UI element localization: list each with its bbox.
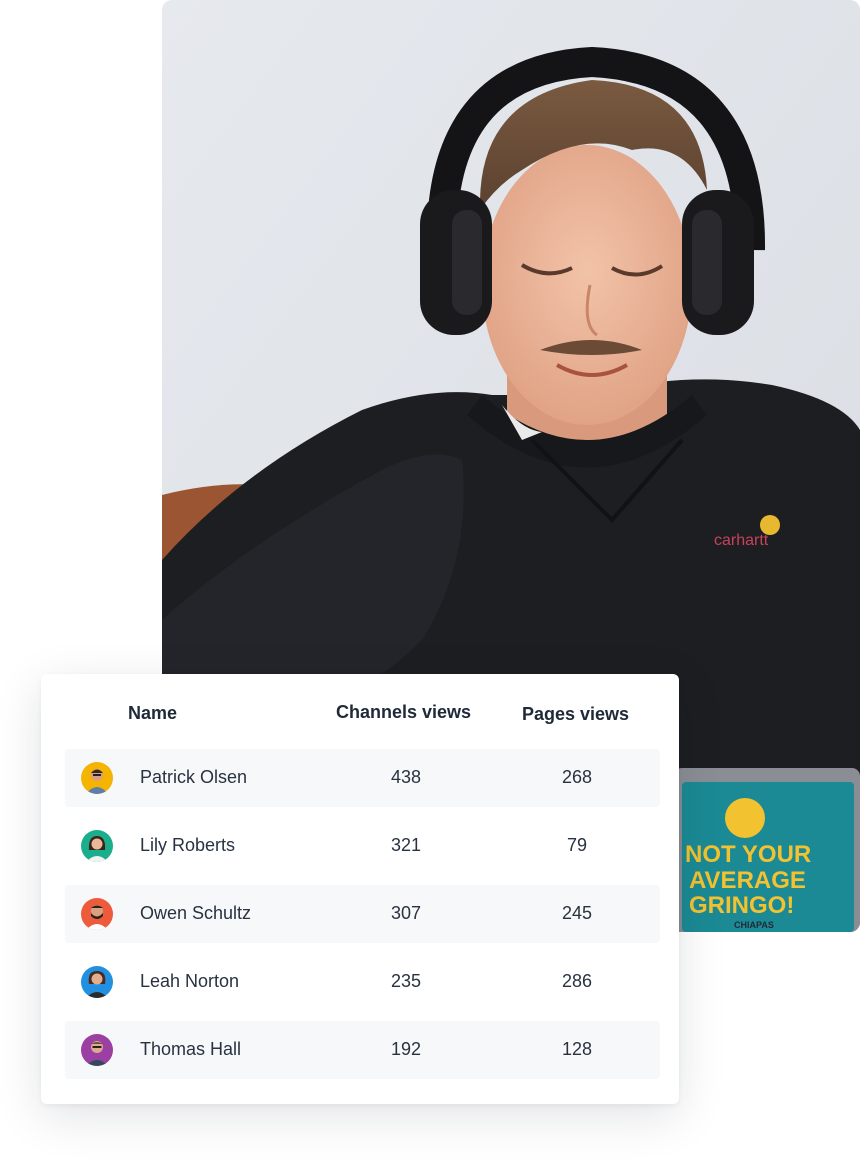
row-pages-views: 79 bbox=[566, 835, 588, 855]
avatar bbox=[81, 830, 113, 862]
row-pages-views: 128 bbox=[561, 1039, 593, 1059]
row-pages-views: 286 bbox=[561, 971, 593, 991]
avatar bbox=[81, 1034, 113, 1066]
row-pages-views: 268 bbox=[561, 767, 593, 787]
row-channels-views: 321 bbox=[390, 835, 422, 855]
sticker-brand: CHIAPAS bbox=[734, 920, 774, 930]
row-name: Owen Schultz bbox=[140, 903, 252, 923]
header-name: Name bbox=[128, 703, 178, 723]
table-row: Thomas Hall 192 128 bbox=[65, 1021, 660, 1079]
row-name: Patrick Olsen bbox=[140, 767, 248, 787]
table-row: Patrick Olsen 438 268 bbox=[65, 749, 660, 807]
row-name: Lily Roberts bbox=[140, 835, 236, 855]
row-pages-views: 245 bbox=[561, 903, 593, 923]
row-channels-views: 192 bbox=[390, 1039, 422, 1059]
avatar bbox=[81, 966, 113, 998]
table-row: Owen Schultz 307 245 bbox=[65, 885, 660, 943]
row-name: Thomas Hall bbox=[140, 1039, 242, 1059]
row-channels-views: 307 bbox=[390, 903, 422, 923]
sweater-logo-text: carhartt bbox=[714, 532, 769, 549]
avatar bbox=[81, 762, 113, 794]
row-channels-views: 438 bbox=[390, 767, 422, 787]
header-pages-views: Pages views bbox=[522, 704, 630, 724]
row-channels-views: 235 bbox=[390, 971, 422, 991]
sticker-line3: GRINGO! bbox=[689, 892, 794, 919]
table-body: Patrick Olsen 438 268 Lily Roberts 321 7… bbox=[65, 749, 660, 1089]
header-channels-views: Channels views bbox=[336, 702, 472, 722]
views-table-card: Name Channels views Pages views Patrick … bbox=[41, 674, 679, 1104]
table-row: Lily Roberts 321 79 bbox=[65, 817, 660, 875]
sticker-line1: NOT YOUR bbox=[685, 841, 811, 868]
table-header: Name Channels views Pages views bbox=[41, 701, 679, 731]
row-name: Leah Norton bbox=[140, 971, 240, 991]
avatar bbox=[81, 898, 113, 930]
sticker-line2: AVERAGE bbox=[689, 867, 806, 894]
table-row: Leah Norton 235 286 bbox=[65, 953, 660, 1011]
